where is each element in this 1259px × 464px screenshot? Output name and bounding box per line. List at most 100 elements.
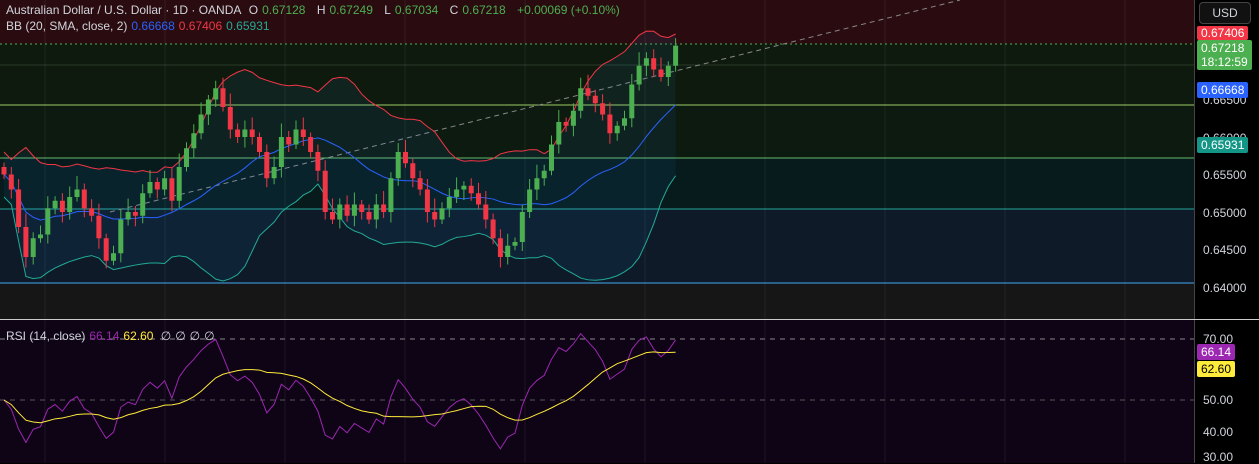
candle	[235, 129, 241, 137]
candle	[570, 110, 576, 126]
candle	[351, 204, 357, 216]
candle	[665, 65, 671, 77]
rsi-ma-value: 62.60	[123, 329, 154, 343]
rsi-tag: 66.14	[1197, 344, 1236, 360]
candle	[534, 178, 540, 190]
candle	[512, 242, 518, 246]
bb-legend[interactable]: BB (20, SMA, close, 2) 0.66668 0.67406 0.65…	[6, 19, 274, 33]
candle	[337, 204, 343, 220]
candle	[549, 144, 554, 171]
candle	[30, 238, 36, 257]
rsi-na: ∅	[204, 329, 215, 343]
candle	[446, 197, 452, 209]
candle	[271, 167, 277, 179]
price-axis[interactable]: 0.66500 0.66000 0.65500 0.65000 0.64500 …	[1194, 0, 1259, 463]
candle	[636, 65, 642, 85]
candle	[264, 152, 270, 179]
bb-label: BB (20, SMA, close, 2)	[6, 19, 128, 33]
candle	[614, 125, 620, 134]
candle	[417, 178, 423, 190]
candle	[519, 212, 525, 242]
candle	[169, 178, 175, 201]
bb-lower-tag: 0.65931	[1197, 137, 1249, 153]
candle	[213, 88, 219, 100]
candle	[176, 167, 182, 201]
candle	[556, 122, 562, 145]
candle	[59, 200, 65, 212]
low-value: 0.67034	[394, 3, 439, 17]
candle	[439, 208, 445, 220]
candle	[344, 204, 350, 216]
candle	[673, 45, 679, 66]
candle	[315, 152, 321, 171]
rsi-value: 66.14	[89, 329, 120, 343]
candle	[585, 88, 591, 96]
candle	[505, 245, 511, 257]
currency-button[interactable]: USD	[1199, 2, 1251, 24]
candle	[410, 163, 416, 179]
candle	[52, 200, 58, 209]
candle	[592, 95, 598, 104]
candle	[111, 253, 116, 261]
rsi-tick: 50.00	[1203, 393, 1234, 407]
close-value: 0.67218	[462, 3, 506, 17]
candle	[330, 212, 335, 220]
candle	[38, 234, 43, 239]
symbol-legend: Australian Dollar / U.S. Dollar · 1D · O…	[6, 3, 624, 17]
candle	[16, 189, 22, 227]
candle	[490, 219, 496, 239]
candle	[541, 170, 547, 179]
candle	[468, 185, 474, 194]
price-chart[interactable]	[0, 0, 1194, 463]
candle	[476, 193, 481, 205]
high-value: 0.67249	[329, 3, 373, 17]
candle	[249, 129, 255, 137]
symbol-title[interactable]: Australian Dollar / U.S. Dollar · 1D · O…	[6, 3, 241, 17]
rsi-legend[interactable]: RSI (14, close) 66.14 62.60 ∅ ∅ ∅ ∅	[6, 329, 219, 343]
candle	[293, 129, 299, 145]
candle	[1, 167, 7, 175]
candle	[67, 197, 73, 212]
low-label: L	[384, 3, 391, 17]
price-tick: 0.65500	[1203, 168, 1247, 182]
candle	[527, 189, 533, 212]
candle	[140, 193, 146, 216]
candle	[162, 178, 168, 190]
candle	[454, 189, 460, 197]
price-tick: 0.64000	[1203, 281, 1247, 295]
candle	[308, 137, 314, 152]
candle	[103, 238, 109, 261]
candle	[220, 88, 226, 107]
candle	[74, 189, 80, 197]
candle	[118, 219, 124, 254]
candle	[125, 212, 131, 220]
candle	[658, 69, 664, 77]
candle	[403, 152, 408, 164]
rsi-na: ∅	[189, 329, 201, 343]
candle	[381, 204, 387, 212]
candle	[205, 99, 211, 115]
price-tick: 0.64500	[1203, 243, 1247, 257]
candle	[600, 103, 606, 115]
candle	[622, 118, 627, 126]
candle	[643, 58, 649, 66]
candle	[81, 189, 87, 209]
candle	[96, 215, 102, 239]
high-label: H	[316, 3, 326, 17]
change-value: +0.00069 (+0.10%)	[517, 3, 620, 17]
bb-basis-tag: 0.66668	[1197, 82, 1249, 98]
candle	[359, 204, 365, 212]
candle	[257, 137, 262, 152]
candle	[154, 182, 160, 190]
bar-countdown: 18:12:59	[1201, 55, 1248, 69]
bb-upper-tag: 0.67406	[1197, 26, 1249, 40]
bb-basis: 0.66668	[131, 19, 175, 33]
bb-lower: 0.65931	[226, 19, 270, 33]
candle	[629, 84, 635, 119]
rsi-label: RSI (14, close)	[6, 329, 86, 343]
candle	[198, 114, 204, 134]
rsi-tick: 40.00	[1203, 425, 1234, 439]
candle	[227, 107, 233, 130]
candle	[300, 129, 306, 137]
candle	[89, 208, 95, 216]
